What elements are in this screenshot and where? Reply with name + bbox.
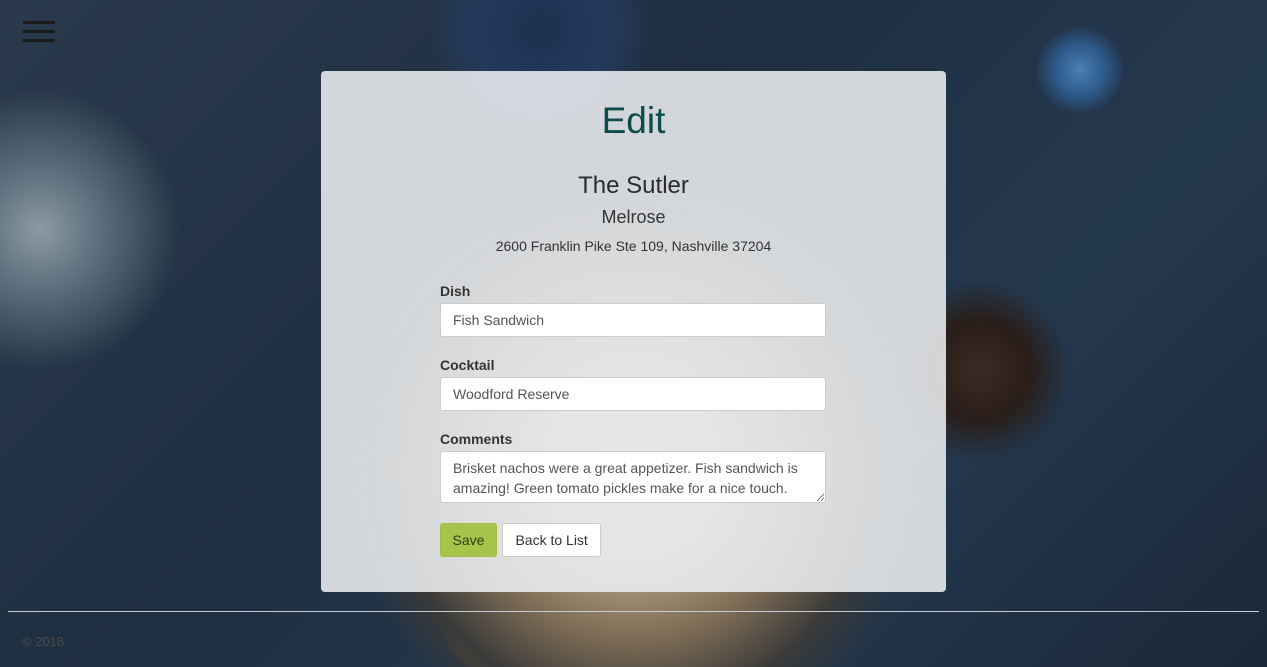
restaurant-name: The Sutler <box>578 172 689 199</box>
footer-copyright: © 2018 <box>22 634 65 649</box>
save-button[interactable]: Save <box>440 523 497 557</box>
restaurant-neighborhood: Melrose <box>601 207 666 227</box>
cocktail-input[interactable] <box>440 377 826 411</box>
hamburger-menu-icon[interactable] <box>23 21 55 43</box>
comments-label: Comments <box>440 431 513 447</box>
edit-form: Dish Cocktail Comments Brisket nachos we… <box>440 283 826 557</box>
dish-label: Dish <box>440 283 471 299</box>
back-to-list-button[interactable]: Back to List <box>502 523 601 557</box>
footer-divider <box>8 611 1259 612</box>
form-actions: Save Back to List <box>440 523 826 557</box>
menu-bar-bottom <box>23 39 55 42</box>
cocktail-label: Cocktail <box>440 357 495 373</box>
restaurant-address: 2600 Franklin Pike Ste 109, Nashville 37… <box>495 238 772 254</box>
edit-card: Edit The Sutler Melrose 2600 Franklin Pi… <box>321 71 946 592</box>
menu-bar-middle <box>23 30 55 33</box>
dish-input[interactable] <box>440 303 826 337</box>
menu-bar-top <box>23 21 55 24</box>
page-title: Edit <box>601 100 666 141</box>
comments-textarea[interactable]: Brisket nachos were a great appetizer. F… <box>440 451 826 503</box>
